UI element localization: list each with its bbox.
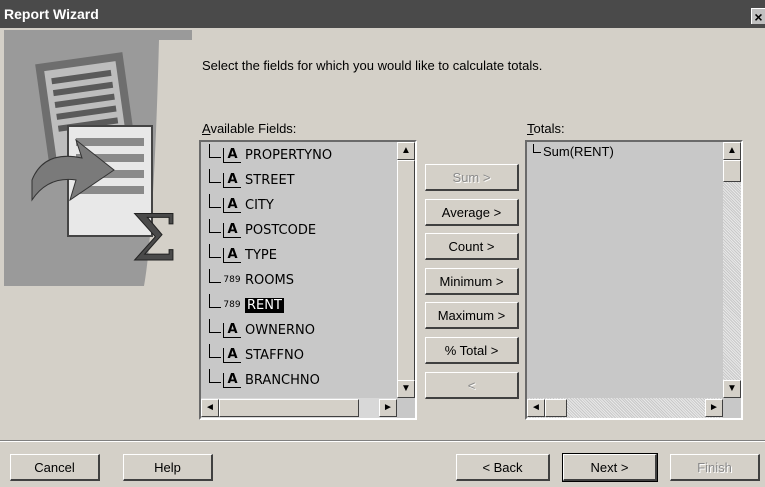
text-field-icon: A xyxy=(223,372,241,388)
list-item[interactable]: A OWNERNO xyxy=(209,319,315,341)
scroll-up-icon[interactable]: ▲ xyxy=(723,142,741,160)
tree-connector xyxy=(209,269,221,283)
tree-connector xyxy=(209,319,221,333)
window-title: Report Wizard xyxy=(4,6,99,22)
text-field-icon: A xyxy=(223,147,241,163)
scroll-left-icon[interactable]: ◄ xyxy=(527,399,545,417)
text-field-icon: A xyxy=(223,222,241,238)
list-item[interactable]: Sum(RENT) xyxy=(533,144,614,159)
field-name: STREET xyxy=(245,172,295,188)
list-item[interactable]: A BRANCHNO xyxy=(209,369,320,391)
totals-horizontal-scrollbar[interactable]: ◄ ► xyxy=(527,398,723,418)
tree-connector xyxy=(209,244,221,258)
list-item[interactable]: 789 ROOMS xyxy=(209,269,294,291)
finish-button[interactable]: Finish xyxy=(670,454,760,481)
total-expression: Sum(RENT) xyxy=(543,144,614,159)
scroll-thumb[interactable] xyxy=(723,160,741,182)
field-name: RENT xyxy=(245,297,284,313)
scroll-thumb[interactable] xyxy=(219,399,359,417)
tree-connector xyxy=(209,344,221,358)
remove-button[interactable]: < xyxy=(425,372,519,399)
field-name: STAFFNO xyxy=(245,347,304,363)
list-item[interactable]: A PROPERTYNO xyxy=(209,144,332,166)
minimum-button[interactable]: Minimum > xyxy=(425,268,519,295)
tree-connector xyxy=(209,169,221,183)
field-name: ROOMS xyxy=(245,272,294,288)
report-wizard-graphic: Σ xyxy=(4,30,192,286)
available-vertical-scrollbar[interactable]: ▲ ▼ xyxy=(397,142,415,398)
window-titlebar: Report Wizard × xyxy=(0,0,765,28)
text-field-icon: A xyxy=(223,172,241,188)
field-name: POSTCODE xyxy=(245,222,317,238)
available-fields-label: Available Fields: xyxy=(202,121,297,136)
scroll-thumb[interactable] xyxy=(397,160,415,382)
count-button[interactable]: Count > xyxy=(425,233,519,260)
list-item[interactable]: A TYPE xyxy=(209,244,277,266)
next-button[interactable]: Next > xyxy=(562,453,658,482)
scroll-left-icon[interactable]: ◄ xyxy=(201,399,219,417)
totals-label: Totals: xyxy=(527,121,565,136)
svg-text:Σ: Σ xyxy=(132,202,177,276)
scroll-up-icon[interactable]: ▲ xyxy=(397,142,415,160)
list-item[interactable]: A POSTCODE xyxy=(209,219,316,241)
percent-total-button[interactable]: % Total > xyxy=(425,337,519,364)
tree-connector xyxy=(209,219,221,233)
numeric-field-icon: 789 xyxy=(223,275,241,285)
tree-connector xyxy=(209,144,221,158)
list-item[interactable]: A STREET xyxy=(209,169,295,191)
available-fields-list[interactable]: A PROPERTYNO A STREET A CITY A POSTCODE A TYPE 789… xyxy=(199,140,417,420)
text-field-icon: A xyxy=(223,322,241,338)
scroll-thumb[interactable] xyxy=(545,399,567,417)
tree-connector xyxy=(209,369,221,383)
tree-connector xyxy=(533,144,541,153)
back-button[interactable]: < Back xyxy=(456,454,550,481)
field-name: TYPE xyxy=(245,247,277,263)
scroll-down-icon[interactable]: ▼ xyxy=(723,380,741,398)
cancel-button[interactable]: Cancel xyxy=(10,454,100,481)
field-name: BRANCHNO xyxy=(245,372,320,388)
list-item[interactable]: 789 RENT xyxy=(209,294,284,316)
scroll-right-icon[interactable]: ► xyxy=(379,399,397,417)
totals-vertical-scrollbar[interactable]: ▲ ▼ xyxy=(723,142,741,398)
list-item[interactable]: A STAFFNO xyxy=(209,344,304,366)
tree-connector xyxy=(209,294,221,308)
available-horizontal-scrollbar[interactable]: ◄ ► xyxy=(201,398,397,418)
footer-separator xyxy=(0,440,765,442)
field-name: PROPERTYNO xyxy=(245,147,333,163)
scroll-down-icon[interactable]: ▼ xyxy=(397,380,415,398)
text-field-icon: A xyxy=(223,347,241,363)
totals-list[interactable]: Sum(RENT) ▲ ▼ ◄ ► xyxy=(525,140,743,420)
tree-connector xyxy=(209,194,221,208)
maximum-button[interactable]: Maximum > xyxy=(425,302,519,329)
text-field-icon: A xyxy=(223,247,241,263)
scroll-right-icon[interactable]: ► xyxy=(705,399,723,417)
field-name: CITY xyxy=(245,197,274,213)
numeric-field-icon: 789 xyxy=(223,300,241,310)
close-icon[interactable]: × xyxy=(751,8,765,25)
average-button[interactable]: Average > xyxy=(425,199,519,226)
field-name: OWNERNO xyxy=(245,322,316,338)
list-item[interactable]: A CITY xyxy=(209,194,274,216)
sum-button[interactable]: Sum > xyxy=(425,164,519,191)
instruction-text: Select the fields for which you would li… xyxy=(202,58,543,73)
help-button[interactable]: Help xyxy=(123,454,213,481)
text-field-icon: A xyxy=(223,197,241,213)
